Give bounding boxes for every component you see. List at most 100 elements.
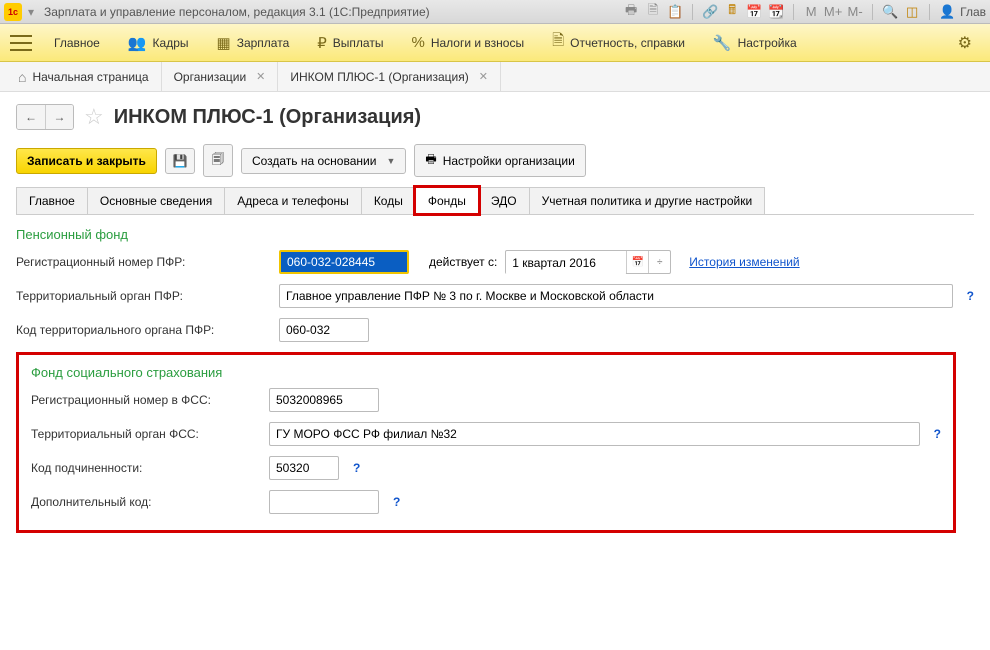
tab-organizations[interactable]: Организации ✕ xyxy=(162,62,279,92)
menu-zarplata[interactable]: ▦ Зарплата xyxy=(203,34,304,52)
back-button[interactable]: ← xyxy=(17,105,45,129)
m-minus-icon[interactable]: M- xyxy=(846,3,864,21)
tab-organizations-label: Организации xyxy=(174,70,247,84)
help-icon[interactable]: ? xyxy=(393,495,400,509)
subtab-codes[interactable]: Коды xyxy=(361,187,416,214)
pfr-territory-label: Территориальный орган ПФР: xyxy=(16,289,271,303)
fss-subcode-label: Код подчиненности: xyxy=(31,461,261,475)
toolbar: Записать и закрыть 💾 🗐 Создать на основа… xyxy=(16,144,974,177)
page-title: ИНКОМ ПЛЮС-1 (Организация) xyxy=(114,106,421,129)
main-menu: Главное 👥Кадры ▦ Зарплата ₽ Выплаты % Налог… xyxy=(0,24,990,62)
create-on-label: Создать на основании xyxy=(252,154,377,168)
user-icon[interactable]: 👤 xyxy=(938,3,956,21)
date-icon[interactable]: 📆 xyxy=(767,3,785,21)
sub-tabs: Главное Основные сведения Адреса и телеф… xyxy=(16,187,974,215)
menu-otchet[interactable]: 🗎Отчетность, справки xyxy=(538,30,699,55)
titlebar: 1c ▾ Зарплата и управление персоналом, р… xyxy=(0,0,990,24)
menu-main-label: Главное xyxy=(54,36,100,50)
calendar-icon[interactable]: 📅 xyxy=(745,3,763,21)
calc-icon[interactable]: 🖩 xyxy=(723,3,741,21)
file-icon: 🗐 xyxy=(212,150,224,171)
tab-bar: ⌂Начальная страница Организации ✕ ИНКОМ П… xyxy=(0,62,990,92)
pfr-code-input[interactable] xyxy=(279,318,369,342)
clipboard-icon[interactable]: 📋 xyxy=(666,3,684,21)
pfr-reg-label: Регистрационный номер ПФР: xyxy=(16,255,271,269)
subtab-basic[interactable]: Основные сведения xyxy=(87,187,225,214)
print-icon[interactable]: 🖶 xyxy=(622,3,640,21)
subtab-main[interactable]: Главное xyxy=(16,187,88,214)
pfr-history-link[interactable]: История изменений xyxy=(689,255,799,269)
save-close-label: Записать и закрыть xyxy=(27,154,146,168)
panel-icon[interactable]: ◫ xyxy=(903,3,921,21)
org-settings-button[interactable]: 🖶 Настройки организации xyxy=(414,144,585,177)
menu-zarplata-label: Зарплата xyxy=(237,36,290,50)
fss-territory-input[interactable] xyxy=(269,422,920,446)
m-icon[interactable]: M xyxy=(802,3,820,21)
gear-icon[interactable]: ⚙ xyxy=(950,33,980,53)
save-button[interactable]: 💾 xyxy=(165,148,195,174)
menu-kadry[interactable]: 👥Кадры xyxy=(114,34,203,52)
create-on-button[interactable]: Создать на основании▼ xyxy=(241,148,406,174)
zoom-icon[interactable]: 🔍 xyxy=(881,3,899,21)
save-close-button[interactable]: Записать и закрыть xyxy=(16,148,157,174)
menu-nastroika[interactable]: 🔧 Настройка xyxy=(699,34,811,52)
pfr-code-label: Код территориального органа ПФР: xyxy=(16,323,271,337)
pfr-since-label: действует с: xyxy=(429,255,497,269)
pfr-reg-input[interactable] xyxy=(279,250,409,274)
file-button[interactable]: 🗐 xyxy=(203,144,233,177)
app-menu-dropdown[interactable]: ▾ xyxy=(24,5,38,19)
app-title: Зарплата и управление персоналом, редакц… xyxy=(38,5,622,19)
fss-subcode-input[interactable] xyxy=(269,456,339,480)
subtab-edo[interactable]: ЭДО xyxy=(478,187,530,214)
floppy-icon: 💾 xyxy=(172,154,187,168)
menu-nalogi-label: Налоги и взносы xyxy=(431,36,524,50)
fss-section: Фонд социального страхования Регистрацио… xyxy=(16,352,956,533)
pfr-territory-input[interactable] xyxy=(279,284,953,308)
close-icon[interactable]: ✕ xyxy=(256,70,265,83)
page-content: ← → ☆ ИНКОМ ПЛЮС-1 (Организация) Записат… xyxy=(0,92,990,545)
wrench-icon: 🔧 xyxy=(713,34,732,52)
stepper-icon[interactable]: ÷ xyxy=(648,251,670,273)
favorite-star-icon[interactable]: ☆ xyxy=(84,104,104,130)
money-icon: ₽ xyxy=(317,34,327,52)
fss-reg-input[interactable] xyxy=(269,388,379,412)
tab-current-label: ИНКОМ ПЛЮС-1 (Организация) xyxy=(290,70,468,84)
app-logo-icon: 1c xyxy=(4,3,22,21)
m-plus-icon[interactable]: M+ xyxy=(824,3,842,21)
subtab-policy[interactable]: Учетная политика и другие настройки xyxy=(529,187,766,214)
nav-buttons: ← → xyxy=(16,104,74,130)
menu-kadry-label: Кадры xyxy=(153,36,189,50)
print-icon: 🖶 xyxy=(425,150,436,171)
fss-territory-label: Территориальный орган ФСС: xyxy=(31,427,261,441)
org-settings-label: Настройки организации xyxy=(443,154,575,168)
menu-main[interactable]: Главное xyxy=(40,36,114,50)
doc-icon[interactable]: 🗎 xyxy=(644,3,662,21)
fss-addcode-label: Дополнительный код: xyxy=(31,495,261,509)
report-icon: 🗎 xyxy=(552,30,564,55)
forward-button[interactable]: → xyxy=(45,105,73,129)
help-icon[interactable]: ? xyxy=(934,427,941,441)
grid-icon: ▦ xyxy=(217,34,231,52)
menu-nastroika-label: Настройка xyxy=(738,36,797,50)
home-icon: ⌂ xyxy=(18,69,26,85)
subtab-fondy[interactable]: Фонды xyxy=(415,187,479,214)
help-icon[interactable]: ? xyxy=(967,289,974,303)
fss-reg-label: Регистрационный номер в ФСС: xyxy=(31,393,261,407)
calendar-picker-icon[interactable]: 📅 xyxy=(626,251,648,273)
menu-vyplaty-label: Выплаты xyxy=(333,36,384,50)
menu-vyplaty[interactable]: ₽ Выплаты xyxy=(303,34,397,52)
tab-home[interactable]: ⌂Начальная страница xyxy=(6,62,162,92)
pfr-section: Пенсионный фонд Регистрационный номер ПФ… xyxy=(16,227,974,342)
percent-icon: % xyxy=(411,34,424,51)
pfr-since-group: 📅 ÷ xyxy=(505,250,671,274)
user-label: Глав xyxy=(960,5,986,19)
subtab-address[interactable]: Адреса и телефоны xyxy=(224,187,362,214)
link-icon[interactable]: 🔗 xyxy=(701,3,719,21)
help-icon[interactable]: ? xyxy=(353,461,360,475)
close-icon[interactable]: ✕ xyxy=(479,70,488,83)
burger-icon[interactable] xyxy=(10,35,32,51)
fss-addcode-input[interactable] xyxy=(269,490,379,514)
tab-current-org[interactable]: ИНКОМ ПЛЮС-1 (Организация) ✕ xyxy=(278,62,501,92)
pfr-since-input[interactable] xyxy=(506,251,626,275)
menu-nalogi[interactable]: % Налоги и взносы xyxy=(397,34,538,51)
